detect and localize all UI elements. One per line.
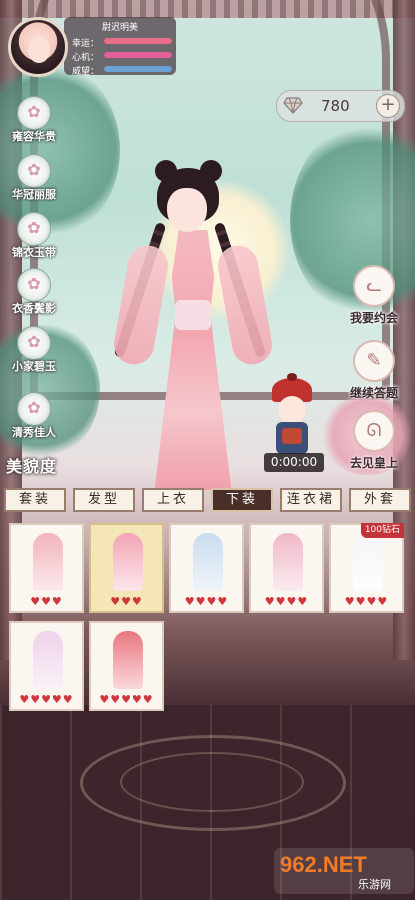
clothing-tabs: 套装 发型 上衣 下装 连衣裙 外套 xyxy=(0,485,415,515)
stage-ring-inner xyxy=(120,752,304,812)
item-card[interactable]: ♥♥♥♥♥ xyxy=(89,621,164,711)
clothing-thumbnail xyxy=(33,533,63,591)
stat-prestige-bar xyxy=(104,66,172,72)
category-item-2[interactable]: ✿ 锦衣玉带 xyxy=(4,212,64,270)
diamond-value: 780 xyxy=(321,97,350,115)
category-label: 锦衣玉带 xyxy=(12,246,56,259)
rabbit-icon: ᘏ xyxy=(353,410,395,452)
stat-prestige-fill xyxy=(104,66,172,72)
heart-rating: ♥♥♥♥♥ xyxy=(99,693,154,706)
item-grid: ♥♥♥ ♥♥♥ ♥♥♥♥ ♥♥♥♥ 100钻石 ♥♥♥♥ ♥♥♥♥♥ ♥♥♥♥♥ xyxy=(0,515,415,711)
category-item-0[interactable]: ✿ 雍容华贵 xyxy=(4,96,64,154)
eunuch-npc[interactable] xyxy=(268,373,316,456)
date-button[interactable]: ᓚ 我要约会 xyxy=(341,265,407,335)
site-watermark: 962.NET 乐游网 xyxy=(274,848,414,894)
continue-quiz-label: 继续答题 xyxy=(349,386,398,400)
npc-head xyxy=(278,396,306,424)
right-sleeve xyxy=(214,242,276,368)
stat-scheming-bar xyxy=(104,52,172,58)
clothing-thumbnail xyxy=(33,631,63,689)
category-item-1[interactable]: ✿ 华冠丽服 xyxy=(4,154,64,212)
continue-quiz-button[interactable]: ✎ 继续答题 xyxy=(341,340,407,410)
date-label: 我要约会 xyxy=(349,311,398,325)
stat-luck-bar xyxy=(104,38,172,44)
stat-scheming-fill xyxy=(104,52,172,58)
watermark-sub: 乐游网 xyxy=(358,878,391,891)
clothing-thumbnail xyxy=(193,533,223,591)
item-card[interactable]: ♥♥♥ xyxy=(89,523,164,613)
tab-coat[interactable]: 外套 xyxy=(349,488,411,512)
see-emperor-label: 去见皇上 xyxy=(349,456,398,470)
lotus-icon: ✿ xyxy=(17,212,51,246)
stat-prestige: 威望： xyxy=(72,65,180,77)
category-label: 小家碧玉 xyxy=(12,360,56,373)
item-card[interactable]: ♥♥♥♥ xyxy=(169,523,244,613)
category-item-4[interactable]: ✿ 小家碧玉 xyxy=(4,326,64,384)
heart-rating: ♥♥♥♥ xyxy=(184,595,229,608)
stat-scheming: 心机： xyxy=(72,51,180,63)
avatar[interactable] xyxy=(8,17,68,77)
lotus-icon: ✿ xyxy=(17,154,51,188)
player-name: 尉迟明美 xyxy=(101,23,138,33)
notepad-icon: ✎ xyxy=(353,340,395,382)
tab-bottom[interactable]: 下装 xyxy=(211,488,273,512)
item-card[interactable]: ♥♥♥ xyxy=(9,523,84,613)
diamond-icon xyxy=(283,97,303,114)
left-sleeve xyxy=(110,242,172,368)
category-label: 清秀佳人 xyxy=(12,426,56,439)
character-model[interactable] xyxy=(105,160,280,500)
stat-luck-fill xyxy=(104,38,172,44)
watermark-brand: 962.NET xyxy=(280,852,367,877)
cat-icon: ᓚ xyxy=(353,265,395,307)
tab-hairstyle[interactable]: 发型 xyxy=(73,488,135,512)
stat-prestige-label: 威望： xyxy=(72,67,100,77)
item-card[interactable]: ♥♥♥♥♥ xyxy=(9,621,84,711)
diamond-counter: 780 + xyxy=(276,90,405,122)
heart-rating: ♥♥♥♥ xyxy=(344,595,389,608)
countdown-timer: 0:00:00 xyxy=(264,453,324,472)
stat-luck-label: 幸运： xyxy=(72,39,100,49)
clothing-thumbnail xyxy=(353,533,383,591)
clothing-thumbnail xyxy=(273,533,303,591)
beauty-label: 美貌度 xyxy=(6,457,58,476)
avatar-face xyxy=(28,37,50,63)
heart-rating: ♥♥♥♥ xyxy=(264,595,309,608)
lotus-icon: ✿ xyxy=(17,326,51,360)
lotus-icon: ✿ xyxy=(17,392,51,426)
price-badge: 100钻石 xyxy=(360,523,404,538)
heart-rating: ♥♥♥ xyxy=(110,595,143,608)
category-label: 衣香鬓影 xyxy=(12,302,56,315)
clothing-thumbnail xyxy=(113,533,143,591)
waist-ornament xyxy=(175,300,211,330)
category-item-5[interactable]: ✿ 清秀佳人 xyxy=(4,392,64,450)
stat-luck: 幸运： xyxy=(72,37,180,49)
see-emperor-button[interactable]: ᘏ 去见皇上 xyxy=(341,410,407,480)
treasure-chest-icon xyxy=(282,428,302,444)
tab-set[interactable]: 套装 xyxy=(4,488,66,512)
tab-dress[interactable]: 连衣裙 xyxy=(280,488,342,512)
face xyxy=(167,188,207,232)
heart-rating: ♥♥♥♥♥ xyxy=(19,693,74,706)
lotus-icon: ✿ xyxy=(17,268,51,302)
item-card[interactable]: 100钻石 ♥♥♥♥ xyxy=(329,523,404,613)
item-card[interactable]: ♥♥♥♥ xyxy=(249,523,324,613)
hat-knob xyxy=(287,373,297,381)
clothing-thumbnail xyxy=(113,631,143,689)
stat-scheming-label: 心机： xyxy=(72,53,100,63)
heart-rating: ♥♥♥ xyxy=(30,595,63,608)
lotus-icon: ✿ xyxy=(17,96,51,130)
player-profile[interactable]: 尉迟明美 幸运： 心机： 威望： xyxy=(8,15,176,77)
category-item-3[interactable]: ✿ 衣香鬓影 xyxy=(4,268,64,326)
add-diamond-button[interactable]: + xyxy=(376,94,400,118)
category-label: 华冠丽服 xyxy=(12,188,56,201)
tab-top[interactable]: 上衣 xyxy=(142,488,204,512)
category-label: 雍容华贵 xyxy=(12,130,56,143)
